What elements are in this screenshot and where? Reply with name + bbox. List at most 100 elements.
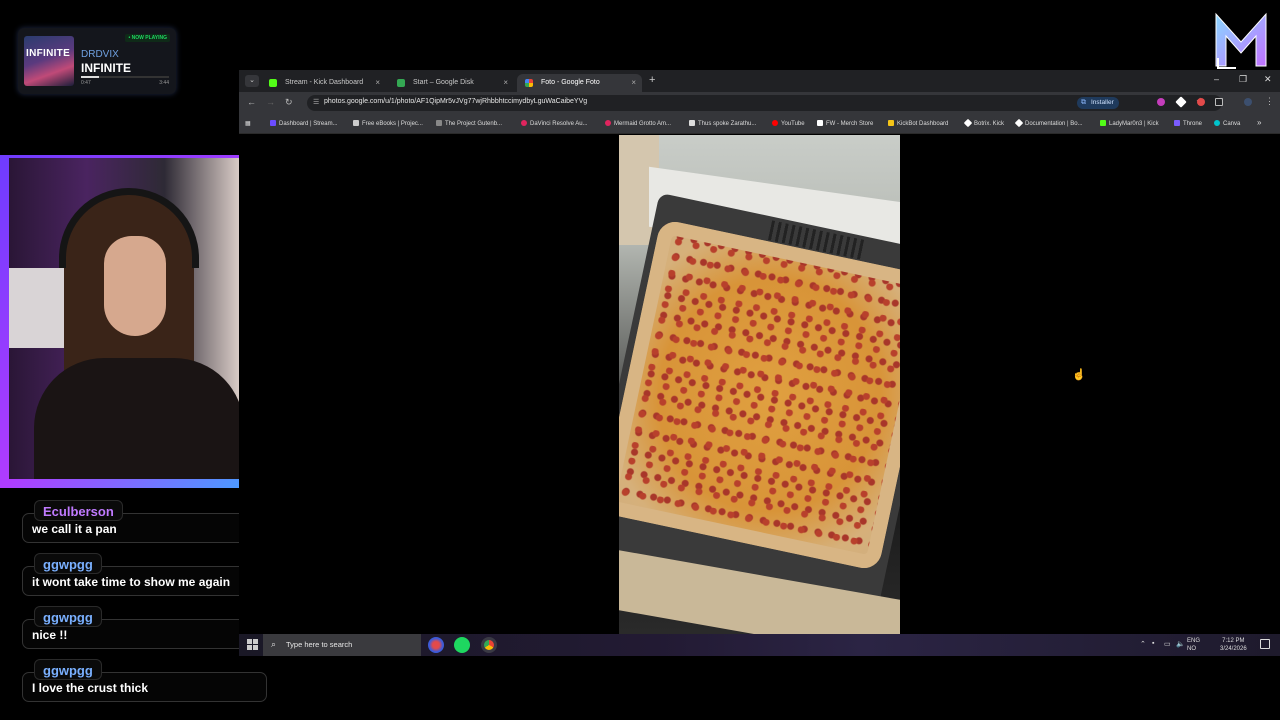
bookmark-item[interactable]: Thus spoke Zarathu...: [689, 120, 756, 127]
bookmark-favicon: [689, 120, 695, 126]
chat-username: ggwpgg: [34, 553, 102, 574]
bookmark-item[interactable]: DaVinci Resolve Au...: [521, 120, 588, 127]
bookmark-item[interactable]: Canva: [1214, 120, 1240, 127]
bookmark-label: KickBot Dashboard: [897, 121, 949, 127]
pizza-photo[interactable]: [619, 135, 900, 635]
install-app-button[interactable]: ⧉ Installer: [1077, 97, 1119, 109]
bookmark-item[interactable]: The Project Gutenb...: [436, 120, 502, 127]
bookmark-label: Canva: [1223, 121, 1241, 127]
webcam-frame: [0, 155, 277, 488]
bookmark-item[interactable]: FW - Merch Store: [817, 120, 873, 127]
browser-window: ⌄ Stream - Kick Dashboard × Start – Goog…: [239, 70, 1280, 635]
new-tab-button[interactable]: +: [649, 74, 655, 86]
google-drive-icon: [397, 79, 405, 87]
bookmark-favicon: [888, 120, 894, 126]
back-button[interactable]: ←: [247, 97, 256, 107]
apps-grid-icon[interactable]: ▦: [245, 120, 251, 127]
restore-button[interactable]: ❐: [1239, 74, 1247, 85]
extension-icon[interactable]: [1157, 98, 1165, 106]
hand-cursor-icon: ☝: [1072, 369, 1086, 381]
bookmark-item[interactable]: Dashboard | Stream...: [270, 120, 338, 127]
chat-username: ggwpgg: [34, 659, 102, 680]
now-playing-widget: INFINITE • NOW PLAYING DRDVIX INFINITE 0…: [18, 28, 176, 94]
clock-time: 7:12 PM: [1222, 638, 1245, 644]
bookmark-favicon: [605, 120, 611, 126]
bookmark-item[interactable]: Free eBooks | Projec...: [353, 120, 423, 127]
extensions-puzzle-icon[interactable]: [1215, 98, 1223, 106]
network-icon[interactable]: ▭: [1164, 640, 1171, 648]
photo-viewer: [239, 135, 1280, 635]
bookmark-favicon: [1174, 120, 1180, 126]
taskbar-clock[interactable]: 7:12 PM 3/24/2026: [1220, 637, 1247, 653]
tray-app-icon[interactable]: ▪: [1152, 640, 1154, 647]
tab-close-icon[interactable]: ×: [631, 74, 636, 92]
reload-button[interactable]: ↻: [285, 97, 293, 108]
bookmark-label: LadyMar0n3 | Kick: [1109, 121, 1159, 127]
tab-search-button[interactable]: ⌄: [245, 75, 259, 87]
minimize-button[interactable]: –: [1214, 74, 1219, 84]
notification-icon[interactable]: [1260, 639, 1270, 649]
bookmark-favicon: [817, 120, 823, 126]
bookmark-label: Botrix. Kick: [974, 121, 1005, 127]
now-playing-badge: • NOW PLAYING: [125, 34, 170, 42]
profile-avatar[interactable]: [1244, 98, 1252, 106]
chrome-icon[interactable]: [481, 637, 497, 653]
bookmark-label: Documentation | Bo...: [1025, 121, 1083, 127]
track-progress-bar: [81, 76, 169, 78]
address-bar[interactable]: ☰ photos.google.com/u/1/photo/AF1QipMr5v…: [307, 95, 1222, 111]
windows-logo-pane: [253, 639, 258, 644]
bookmarks-bar: ▦ Dashboard | Stream... Free eBooks | Pr…: [239, 114, 1280, 134]
bookmark-item[interactable]: Mermaid Grotto Am...: [605, 120, 671, 127]
tray-overflow-icon[interactable]: ⌃: [1140, 640, 1146, 648]
bookmark-item[interactable]: KickBot Dashboard: [888, 120, 948, 127]
tab-label: Foto - Google Foto: [541, 79, 600, 86]
chat-username: ggwpgg: [34, 606, 102, 627]
bookmark-label: YouTube: [781, 121, 805, 127]
clock-date: 3/24/2026: [1220, 646, 1247, 652]
bookmark-item[interactable]: Documentation | Bo...: [1014, 118, 1083, 128]
bookmarks-overflow-button[interactable]: »: [1257, 118, 1261, 127]
bookmark-favicon: [353, 120, 359, 126]
channel-logo: [1215, 12, 1267, 69]
address-bar-url: photos.google.com/u/1/photo/AF1QipMr5vJV…: [324, 98, 588, 105]
close-window-button[interactable]: ✕: [1264, 74, 1272, 85]
bookmark-item[interactable]: Throne: [1174, 120, 1202, 127]
browser-toolbar: ← → ↻ ☰ photos.google.com/u/1/photo/AF1Q…: [239, 92, 1280, 114]
tab-close-icon[interactable]: ×: [375, 74, 380, 92]
taskbar-search[interactable]: ⌕ Type here to search: [263, 634, 421, 656]
bookmark-label: The Project Gutenb...: [445, 121, 503, 127]
bookmark-item[interactable]: YouTube: [772, 120, 805, 127]
extension-icon[interactable]: [1197, 98, 1205, 106]
tab-google-disk[interactable]: Start – Google Disk ×: [389, 74, 514, 92]
system-tray: ⌃ ▪ ▭ 🔈 ENG NO 7:12 PM 3/24/2026: [1140, 634, 1280, 656]
photo-pizza-crust: [619, 218, 900, 572]
bookmark-favicon: [1100, 120, 1106, 126]
tab-google-foto[interactable]: Foto - Google Foto ×: [517, 74, 642, 92]
bookmark-label: Throne: [1183, 121, 1203, 127]
search-icon: ⌕: [271, 639, 277, 649]
windows-start-button[interactable]: [247, 639, 259, 651]
bookmark-item[interactable]: Botrix. Kick: [963, 118, 1005, 128]
taskbar-app-icon[interactable]: [428, 637, 444, 653]
volume-icon[interactable]: 🔈: [1176, 640, 1185, 648]
bookmark-label: Mermaid Grotto Am...: [614, 121, 672, 127]
forward-button[interactable]: →: [266, 97, 275, 107]
tab-kick-dashboard[interactable]: Stream - Kick Dashboard ×: [261, 74, 386, 92]
tab-close-icon[interactable]: ×: [503, 74, 508, 92]
chat-username: Eculberson: [34, 500, 123, 521]
browser-menu-icon[interactable]: ⋮: [1265, 96, 1274, 107]
spotify-icon[interactable]: [454, 637, 470, 653]
album-cover-text: INFINITE: [26, 48, 71, 59]
site-info-icon[interactable]: ☰: [313, 98, 319, 106]
bookmark-favicon: [521, 120, 527, 126]
bookmark-item[interactable]: LadyMar0n3 | Kick: [1100, 120, 1159, 127]
tab-label: Start – Google Disk: [413, 79, 474, 86]
bookmark-favicon: [1014, 118, 1024, 128]
bookmark-favicon: [436, 120, 442, 126]
windows-logo-pane: [253, 645, 258, 650]
bookmark-favicon: [270, 120, 276, 126]
install-icon: ⧉: [1081, 99, 1086, 106]
input-language[interactable]: ENG NO: [1187, 637, 1200, 653]
windows-logo-pane: [247, 645, 252, 650]
windows-taskbar: ⌕ Type here to search ⌃ ▪ ▭ 🔈 ENG NO 7:1…: [239, 634, 1280, 656]
